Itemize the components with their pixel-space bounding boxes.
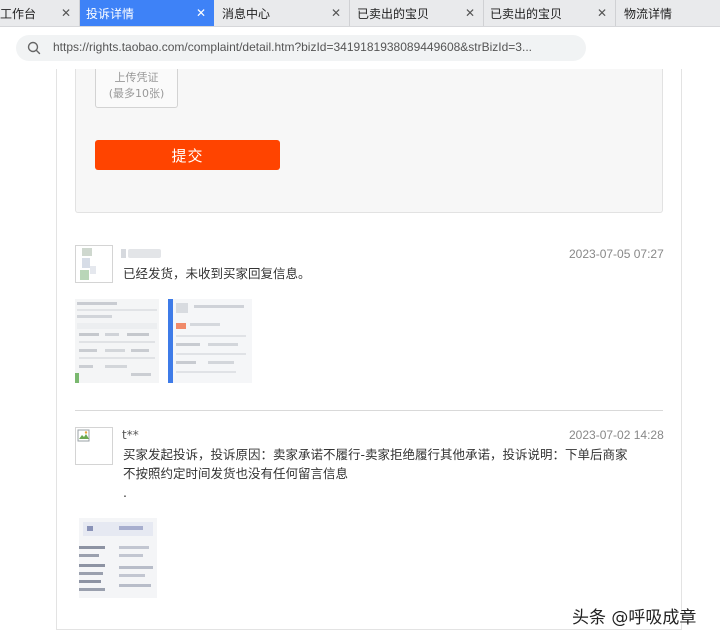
comment-divider <box>75 410 663 411</box>
avatar-blurred-image <box>80 248 96 280</box>
close-icon[interactable]: ✕ <box>597 5 607 21</box>
upload-evidence-button[interactable]: 上传凭证 (最多10张) <box>95 69 178 108</box>
tab-label: 物流详情 <box>624 6 673 21</box>
tab-label: 消息中心 <box>222 6 271 21</box>
tab-sold-items-2[interactable]: 已卖出的宝贝 ✕ <box>484 0 616 26</box>
url-input[interactable]: https://rights.taobao.com/complaint/deta… <box>16 35 586 61</box>
upload-limit-label: (最多10张) <box>108 87 165 100</box>
address-bar: https://rights.taobao.com/complaint/deta… <box>0 27 720 69</box>
close-icon[interactable]: ✕ <box>465 5 475 21</box>
tab-bar: 工作台 ✕ 投诉详情 ✕ 消息中心 ✕ 已卖出的宝贝 ✕ 已卖出的宝贝 ✕ 物流… <box>0 0 720 27</box>
comment-text-line: . <box>123 485 127 500</box>
tab-complaint-detail[interactable]: 投诉详情 ✕ <box>80 0 214 26</box>
comment-author: t** <box>122 428 139 442</box>
tab-label: 工作台 <box>0 6 37 21</box>
close-icon[interactable]: ✕ <box>331 5 341 21</box>
comment-text-line: 买家发起投诉，投诉原因：卖家承诺不履行-卖家拒绝履行其他承诺，投诉说明：下单后商… <box>123 447 628 462</box>
broken-image-icon <box>77 429 90 442</box>
evidence-thumbnail[interactable] <box>75 299 159 383</box>
avatar <box>75 427 113 465</box>
url-text: https://rights.taobao.com/complaint/deta… <box>53 40 532 54</box>
close-icon[interactable]: ✕ <box>196 5 206 21</box>
tab-workbench[interactable]: 工作台 ✕ <box>0 0 80 26</box>
tab-label: 投诉详情 <box>86 6 135 21</box>
tab-message-center[interactable]: 消息中心 ✕ <box>214 0 350 26</box>
evidence-thumbnail[interactable] <box>168 299 252 383</box>
upload-label: 上传凭证 <box>114 71 159 84</box>
close-icon[interactable]: ✕ <box>61 5 71 21</box>
blurred-username <box>121 249 161 258</box>
avatar <box>75 245 113 283</box>
evidence-thumbnail[interactable] <box>79 518 157 598</box>
tab-sold-items[interactable]: 已卖出的宝贝 ✕ <box>350 0 484 26</box>
comment-text: 已经发货，未收到买家回复信息。 <box>123 266 311 281</box>
tab-logistics-detail[interactable]: 物流详情 <box>616 0 720 26</box>
watermark: 头条 @呼吸成章 <box>572 608 697 628</box>
comment-text-line: 不按照约定时间发货也没有任何留言信息 <box>123 466 349 481</box>
tab-label: 已卖出的宝贝 <box>490 6 563 21</box>
search-icon <box>27 41 41 55</box>
tab-label: 已卖出的宝贝 <box>357 6 430 21</box>
submit-button[interactable]: 提交 <box>95 140 280 170</box>
comment-time: 2023-07-02 14:28 <box>569 428 664 442</box>
comment-time: 2023-07-05 07:27 <box>569 247 664 261</box>
